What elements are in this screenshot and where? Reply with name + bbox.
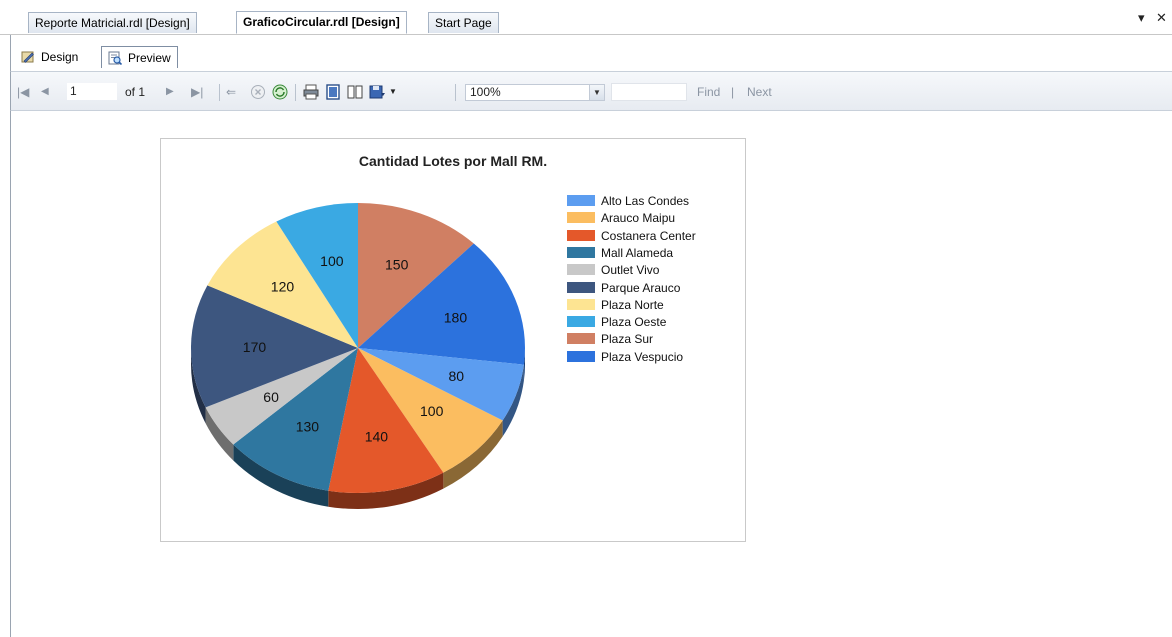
zoom-select[interactable]: 100% ▼	[465, 84, 605, 101]
legend-label: Alto Las Condes	[601, 194, 690, 208]
previous-page-icon[interactable]: ◀	[41, 84, 49, 100]
legend-swatch	[567, 316, 595, 328]
design-icon	[21, 51, 34, 63]
legend-label: Plaza Oeste	[601, 315, 667, 330]
legend-item: Alto Las Condes	[567, 195, 689, 212]
back-to-parent-icon[interactable]: ⇐	[226, 84, 236, 100]
tab-label: GraficoCircular.rdl [Design]	[243, 15, 400, 29]
toolbar-separator	[455, 84, 456, 101]
legend-swatch	[567, 281, 595, 293]
preview-tab-label: Preview	[128, 51, 171, 65]
preview-icon	[108, 51, 122, 65]
toolbar-separator	[295, 84, 296, 101]
legend-item: Plaza Vespucio	[567, 349, 684, 368]
last-page-icon[interactable]: ▶|	[191, 84, 203, 100]
find-link[interactable]: Find	[697, 84, 720, 100]
legend-item: Arauco Maipu	[567, 212, 675, 229]
next-link[interactable]: Next	[747, 84, 772, 100]
tab-label: Start Page	[435, 16, 492, 30]
design-tab[interactable]: Design	[15, 46, 84, 68]
legend-item: Outlet Vivo	[567, 264, 659, 281]
preview-tab[interactable]: Preview	[101, 46, 178, 68]
page-setup-icon[interactable]	[346, 83, 364, 101]
next-page-icon[interactable]: ▶	[166, 84, 174, 100]
tab-label: Reporte Matricial.rdl [Design]	[35, 16, 190, 30]
legend-label: Mall Alameda	[601, 245, 674, 260]
legend-swatch	[567, 333, 595, 345]
print-icon[interactable]	[302, 83, 320, 101]
tab-start-page[interactable]: Start Page	[428, 12, 499, 33]
legend-swatch	[567, 298, 595, 310]
chevron-down-icon[interactable]: ▼	[589, 85, 604, 100]
legend-label: Parque Arauco	[601, 280, 681, 295]
legend-item: Mall Alameda	[567, 245, 674, 264]
legend-label: Plaza Norte	[601, 297, 664, 312]
export-dropdown-icon[interactable]: ▼	[389, 84, 397, 100]
legend-label: Plaza Sur	[601, 332, 654, 347]
legend-label: Costanera Center	[601, 228, 696, 243]
find-divider: |	[731, 85, 735, 99]
toolbar-separator	[219, 84, 220, 101]
report-viewer-toolbar: |◀ ◀ of 1 ▶ ▶| ⇐ ▼ 100% ▼ Find | Next	[10, 71, 1172, 111]
refresh-icon[interactable]	[271, 83, 289, 101]
legend-item: Parque Arauco	[567, 280, 681, 299]
legend-label: Arauco Maipu	[601, 211, 676, 226]
view-mode-bar: Design Preview	[10, 35, 1172, 71]
first-page-icon[interactable]: |◀	[17, 84, 29, 100]
find-text-input[interactable]	[611, 83, 687, 101]
window-position-dropdown-icon[interactable]: ▾	[1138, 10, 1145, 26]
export-icon[interactable]	[368, 83, 386, 101]
close-document-icon[interactable]: ✕	[1156, 10, 1167, 26]
page-count-label: of 1	[125, 85, 146, 99]
page-number-input[interactable]	[67, 83, 117, 100]
tab-grafico-circular[interactable]: GraficoCircular.rdl [Design]	[236, 11, 407, 34]
tab-reporte-matricial[interactable]: Reporte Matricial.rdl [Design]	[28, 12, 197, 33]
legend-swatch	[567, 246, 595, 258]
design-tab-label: Design	[41, 50, 79, 64]
print-layout-icon[interactable]	[324, 83, 342, 101]
legend-swatch	[567, 350, 595, 362]
zoom-value: 100%	[470, 85, 501, 99]
legend-item: Costanera Center	[567, 228, 696, 247]
legend-swatch	[567, 195, 595, 206]
legend-swatch	[567, 229, 595, 241]
stop-icon[interactable]	[249, 83, 267, 101]
legend-swatch	[567, 212, 595, 224]
legend-label: Plaza Vespucio	[601, 349, 684, 364]
legend-swatch	[567, 264, 595, 276]
legend-item: Plaza Oeste	[567, 316, 666, 333]
chart-title: Cantidad Lotes por Mall RM.	[358, 153, 548, 169]
document-tab-bar: Reporte Matricial.rdl [Design] GraficoCi…	[0, 0, 1172, 35]
legend-item: Plaza Norte	[567, 297, 664, 316]
legend-label: Outlet Vivo	[601, 263, 660, 278]
legend-item: Plaza Sur	[567, 333, 653, 350]
